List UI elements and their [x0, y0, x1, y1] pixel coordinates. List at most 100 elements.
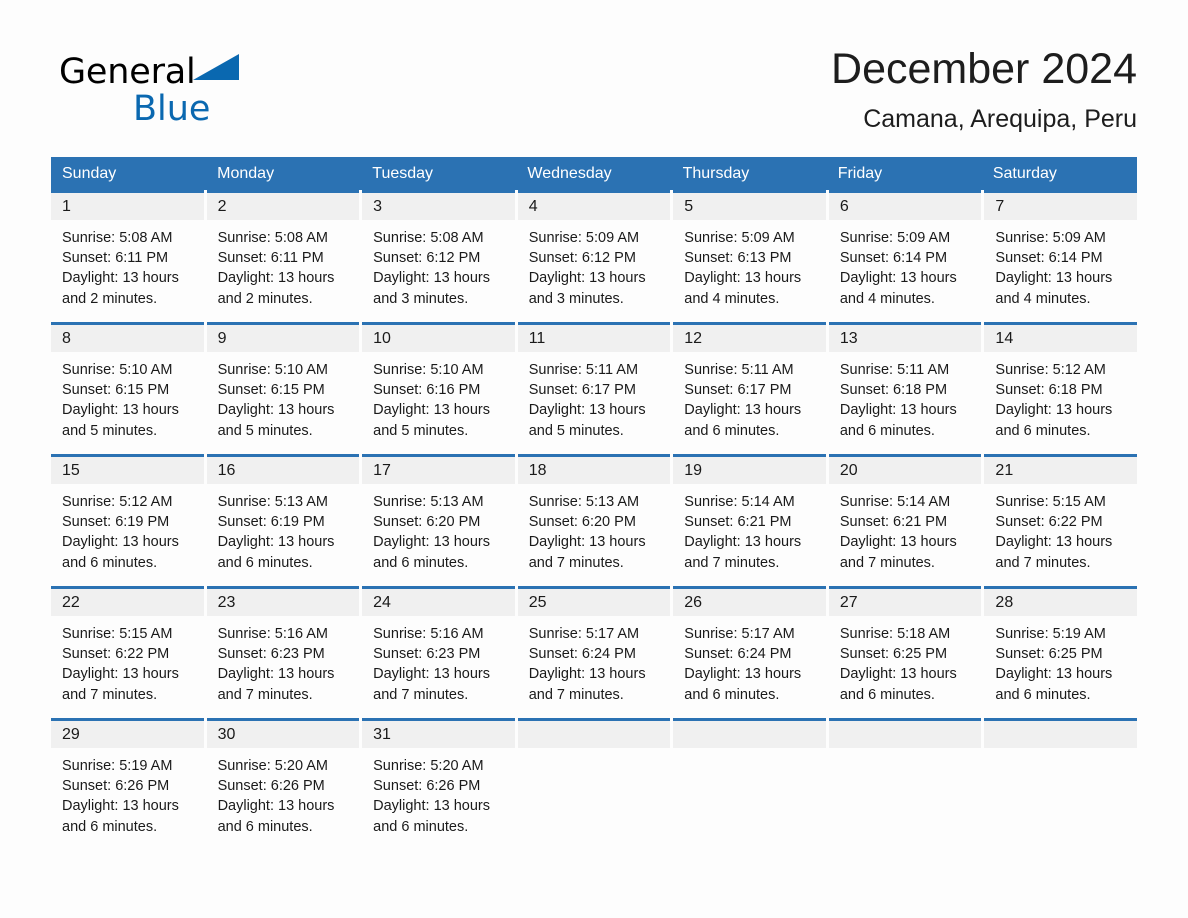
day-cell[interactable]: 25 Sunrise: 5:17 AM Sunset: 6:24 PM Dayligh… [517, 586, 671, 708]
weekday-wednesday: Wednesday [527, 165, 612, 182]
sunset-time: Sunset: 6:18 PM [995, 382, 1103, 399]
day-cell[interactable]: 17 Sunrise: 5:13 AM Sunset: 6:20 PM Dayligh… [362, 454, 515, 576]
day-cell[interactable]: 4 Sunrise: 5:09 AM Sunset: 6:12 PM Daylight… [517, 190, 671, 312]
day-details: Sunrise: 5:19 AM Sunset: 6:25 PM Daylight:… [984, 616, 1137, 705]
sunrise-time: Sunrise: 5:19 AM [62, 758, 173, 774]
day-cell[interactable]: 27 Sunrise: 5:18 AM Sunset: 6:25 PM Dayligh… [828, 586, 982, 708]
day-cell[interactable]: 5 Sunrise: 5:09 AM Sunset: 6:13 PM Daylight… [673, 190, 826, 312]
day-cell[interactable]: 19 Sunrise: 5:14 AM Sunset: 6:21 PM Dayligh… [673, 454, 826, 576]
week-row: 1 Sunrise: 5:08 AM Sunset: 6:11 PM Daylight… [51, 190, 1137, 312]
daylight-duration-line2: and 4 minutes. [995, 290, 1091, 307]
day-details: Sunrise: 5:16 AM Sunset: 6:23 PM Daylight:… [362, 616, 515, 705]
day-cell[interactable]: 14 Sunrise: 5:12 AM Sunset: 6:18 PM Dayligh… [984, 322, 1137, 444]
sunset-time: Sunset: 6:14 PM [839, 250, 948, 267]
day-cell[interactable]: 28 Sunrise: 5:19 AM Sunset: 6:25 PM Dayligh… [984, 586, 1137, 708]
day-cell[interactable]: 12 Sunrise: 5:11 AM Sunset: 6:17 PM Dayligh… [673, 322, 826, 444]
weekday-thursday: Thursday [682, 165, 750, 182]
day-cell[interactable]: 11 Sunrise: 5:11 AM Sunset: 6:17 PM Dayligh… [517, 322, 671, 444]
day-details: Sunrise: 5:09 AM Sunset: 6:14 PM Daylight:… [984, 220, 1137, 309]
week-row: 29 Sunrise: 5:19 AM Sunset: 6:26 PM Dayligh… [51, 718, 1137, 837]
day-number: 18 [517, 457, 671, 484]
day-cell[interactable]: 29 Sunrise: 5:19 AM Sunset: 6:26 PM Dayligh… [51, 718, 204, 837]
calendar-grid: Sunday Monday Tuesday Wednesday Thursday… [51, 157, 1137, 837]
day-cell[interactable]: 1 Sunrise: 5:08 AM Sunset: 6:11 PM Daylight… [51, 190, 204, 312]
daylight-duration-line1: Daylight: 13 hours [995, 666, 1113, 683]
daylight-duration-line1: Daylight: 13 hours [62, 666, 179, 683]
daylight-duration-line2: and 7 minutes. [528, 686, 624, 703]
day-cell[interactable]: 22 Sunrise: 5:15 AM Sunset: 6:22 PM Dayligh… [51, 586, 204, 708]
day-cell-empty [517, 718, 671, 837]
day-cell[interactable]: 9 Sunrise: 5:10 AM Sunset: 6:15 PM Daylight… [206, 322, 360, 444]
day-cell[interactable]: 18 Sunrise: 5:13 AM Sunset: 6:20 PM Dayligh… [517, 454, 671, 576]
day-number: 4 [517, 193, 671, 220]
daylight-duration-line1: Daylight: 13 hours [217, 798, 335, 815]
day-number: 6 [828, 193, 982, 220]
sunset-time: Sunset: 6:23 PM [217, 646, 325, 663]
day-cell[interactable]: 23 Sunrise: 5:16 AM Sunset: 6:23 PM Dayligh… [206, 586, 360, 708]
logo-triangle-icon [192, 54, 239, 80]
daylight-duration-line2: and 4 minutes. [839, 290, 935, 307]
sunrise-time: Sunrise: 5:10 AM [217, 362, 328, 378]
sunrise-time: Sunrise: 5:09 AM [528, 230, 640, 246]
daylight-duration-line2: and 7 minutes. [839, 554, 935, 571]
sunrise-time: Sunrise: 5:09 AM [995, 230, 1106, 246]
week-row: 22 Sunrise: 5:15 AM Sunset: 6:22 PM Dayligh… [51, 586, 1137, 708]
sunset-time: Sunset: 6:15 PM [62, 382, 170, 399]
sunrise-time: Sunrise: 5:08 AM [373, 230, 484, 246]
daylight-duration-line2: and 3 minutes. [373, 290, 469, 307]
sunset-time: Sunset: 6:18 PM [839, 382, 948, 399]
day-cell[interactable]: 3 Sunrise: 5:08 AM Sunset: 6:12 PM Daylight… [362, 190, 515, 312]
day-cell[interactable]: 10 Sunrise: 5:10 AM Sunset: 6:16 PM Dayligh… [362, 322, 515, 444]
day-cell[interactable]: 16 Sunrise: 5:13 AM Sunset: 6:19 PM Dayligh… [206, 454, 360, 576]
sunrise-time: Sunrise: 5:16 AM [373, 626, 484, 642]
sunset-time: Sunset: 6:19 PM [62, 514, 170, 531]
sunset-time: Sunset: 6:11 PM [217, 250, 324, 267]
logo-top-line: General [59, 52, 379, 92]
daylight-duration-line1: Daylight: 13 hours [217, 666, 335, 683]
day-cell[interactable]: 6 Sunrise: 5:09 AM Sunset: 6:14 PM Daylight… [828, 190, 982, 312]
daylight-duration-line2: and 6 minutes. [684, 686, 780, 703]
day-number: 31 [362, 721, 515, 748]
sunrise-time: Sunrise: 5:09 AM [839, 230, 951, 246]
day-number: 27 [828, 589, 982, 616]
day-cell-empty [984, 718, 1137, 837]
sunset-time: Sunset: 6:24 PM [528, 646, 636, 663]
daylight-duration-line2: and 6 minutes. [995, 686, 1091, 703]
day-details: Sunrise: 5:11 AM Sunset: 6:18 PM Daylight:… [829, 352, 982, 441]
day-cell[interactable]: 30 Sunrise: 5:20 AM Sunset: 6:26 PM Dayligh… [206, 718, 360, 837]
daylight-duration-line2: and 6 minutes. [62, 554, 158, 571]
sunrise-time: Sunrise: 5:11 AM [839, 362, 950, 378]
daylight-duration-line1: Daylight: 13 hours [684, 270, 802, 287]
sunrise-time: Sunrise: 5:20 AM [373, 758, 484, 774]
logo-blue-text: Blue [133, 89, 211, 129]
day-cell[interactable]: 31 Sunrise: 5:20 AM Sunset: 6:26 PM Dayligh… [362, 718, 515, 837]
day-cell[interactable]: 13 Sunrise: 5:11 AM Sunset: 6:18 PM Dayligh… [828, 322, 982, 444]
sunset-time: Sunset: 6:21 PM [839, 514, 948, 531]
day-number: 15 [51, 457, 204, 484]
day-cell[interactable]: 21 Sunrise: 5:15 AM Sunset: 6:22 PM Dayligh… [984, 454, 1137, 576]
daylight-duration-line1: Daylight: 13 hours [684, 402, 802, 419]
sunset-time: Sunset: 6:23 PM [373, 646, 481, 663]
sunset-time: Sunset: 6:14 PM [995, 250, 1103, 267]
day-cell[interactable]: 7 Sunrise: 5:09 AM Sunset: 6:14 PM Daylight… [984, 190, 1137, 312]
day-cell[interactable]: 26 Sunrise: 5:17 AM Sunset: 6:24 PM Dayligh… [673, 586, 826, 708]
day-number: 21 [984, 457, 1137, 484]
calendar-page: General Blue December 2024 Camana, Arequ… [0, 0, 1188, 918]
day-number: 28 [984, 589, 1137, 616]
day-cell[interactable]: 8 Sunrise: 5:10 AM Sunset: 6:15 PM Daylight… [51, 322, 204, 444]
day-cell[interactable]: 24 Sunrise: 5:16 AM Sunset: 6:23 PM Dayligh… [362, 586, 515, 708]
page-header: General Blue December 2024 Camana, Arequ… [51, 42, 1137, 146]
day-number: 9 [206, 325, 360, 352]
sunrise-time: Sunrise: 5:12 AM [62, 494, 173, 510]
day-number: 5 [673, 193, 826, 220]
day-cell[interactable]: 20 Sunrise: 5:14 AM Sunset: 6:21 PM Dayligh… [828, 454, 982, 576]
day-cell[interactable]: 15 Sunrise: 5:12 AM Sunset: 6:19 PM Dayligh… [51, 454, 204, 576]
daylight-duration-line1: Daylight: 13 hours [528, 534, 646, 551]
sunrise-time: Sunrise: 5:19 AM [995, 626, 1106, 642]
daylight-duration-line2: and 7 minutes. [528, 554, 624, 571]
day-details: Sunrise: 5:08 AM Sunset: 6:11 PM Daylight:… [51, 220, 204, 309]
daylight-duration-line1: Daylight: 13 hours [373, 666, 491, 683]
location-subtitle: Camana, Arequipa, Peru [863, 105, 1137, 133]
daylight-duration-line1: Daylight: 13 hours [217, 534, 335, 551]
day-cell[interactable]: 2 Sunrise: 5:08 AM Sunset: 6:11 PM Daylight… [206, 190, 360, 312]
